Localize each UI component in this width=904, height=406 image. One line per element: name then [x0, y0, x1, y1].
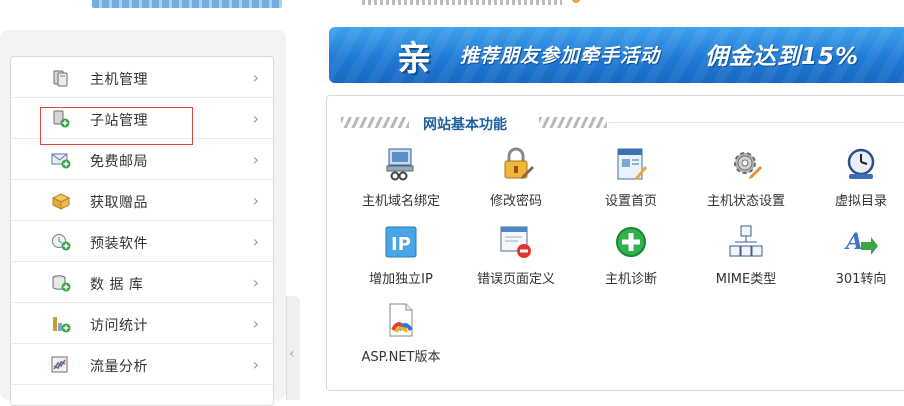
function-aspnet-version[interactable]: ASP.NET版本	[346, 302, 456, 368]
diagnose-plus-icon	[616, 227, 646, 257]
sidebar-container: 主机管理 › 子站管理 › 免费邮局 › 获取赠品 › 预装软件 › 数 据 库…	[0, 30, 286, 406]
function-label: 主机状态设置	[706, 194, 785, 209]
sidebar-item-label: 访问统计	[90, 318, 148, 334]
subsite-server-icon	[53, 110, 70, 128]
svg-text:IP: IP	[391, 234, 411, 255]
function-label: 虚拟目录	[834, 194, 887, 209]
traffic-chart-icon	[51, 356, 68, 373]
server-icon	[53, 70, 68, 87]
sidebar-item-label: 预装软件	[90, 236, 148, 252]
chevron-left-icon: ‹	[289, 346, 295, 362]
domain-binding-icon	[386, 148, 414, 181]
error-page-icon	[500, 226, 531, 258]
promo-banner[interactable]: 亲 推荐朋友参加牵手活动 佣金达到15%	[329, 27, 904, 83]
chevron-right-icon: ›	[252, 355, 259, 374]
sidebar-item-preinstalled-software[interactable]: 预装软件 ›	[11, 221, 273, 262]
header-hatch-right	[539, 117, 607, 128]
banner-badge: 亲	[397, 39, 431, 79]
header-text-fragment	[362, 0, 562, 5]
function-label: 增加独立IP	[369, 272, 433, 287]
lock-icon	[504, 147, 534, 179]
sidebar-item-label: 获取赠品	[90, 195, 148, 211]
header-hatch-left	[341, 117, 409, 128]
banner-commission: 佣金达到15%	[705, 44, 860, 70]
function-301-redirect[interactable]: A 301转向	[806, 224, 904, 290]
sidebar-item-get-gifts[interactable]: 获取赠品 ›	[11, 180, 273, 221]
function-label: 301转向	[835, 272, 887, 287]
chevron-right-icon: ›	[252, 273, 259, 292]
svg-text:A: A	[844, 229, 863, 255]
function-label: 修改密码	[489, 194, 542, 209]
header-divider	[609, 122, 904, 123]
function-error-page[interactable]: 错误页面定义	[461, 224, 571, 290]
sidebar-item-free-mail[interactable]: 免费邮局 ›	[11, 139, 273, 180]
function-label: ASP.NET版本	[361, 350, 441, 365]
header-decoration-icon	[572, 0, 580, 3]
function-set-homepage[interactable]: 设置首页	[576, 146, 686, 212]
basic-functions-panel: 网站基本功能 主机域名绑定 修改密码 设置首页 主机状态设置 虚拟目录 IP 增…	[326, 95, 904, 391]
function-domain-binding[interactable]: 主机域名绑定	[346, 146, 456, 212]
homepage-settings-icon	[617, 148, 647, 180]
sidebar-item-label: 免费邮局	[90, 154, 148, 170]
mail-icon	[51, 153, 71, 169]
sidebar-item-label: 主机管理	[90, 72, 148, 88]
sidebar-item-label: 流量分析	[90, 359, 148, 375]
sidebar-item-host-management[interactable]: 主机管理 ›	[11, 57, 273, 98]
sidebar-item-visit-statistics[interactable]: 访问统计 ›	[11, 303, 273, 344]
chevron-right-icon: ›	[252, 232, 259, 251]
chevron-right-icon: ›	[252, 150, 259, 169]
sidebar-item-subsite-management[interactable]: 子站管理 ›	[11, 98, 273, 139]
sidebar-item-label: 数 据 库	[90, 277, 144, 293]
sidebar-item-label: 子站管理	[90, 113, 148, 129]
chevron-right-icon: ›	[252, 109, 259, 128]
panel-header: 网站基本功能	[341, 112, 904, 133]
function-label: 主机域名绑定	[361, 194, 440, 209]
function-label: MIME类型	[715, 272, 777, 287]
sidebar-item-traffic-analysis[interactable]: 流量分析 ›	[11, 344, 273, 385]
ip-icon: IP	[385, 226, 417, 258]
function-change-password[interactable]: 修改密码	[461, 146, 571, 212]
panel-title: 网站基本功能	[423, 117, 507, 133]
site-logo	[92, 0, 282, 8]
function-host-status[interactable]: 主机状态设置	[691, 146, 801, 212]
gift-box-icon	[51, 193, 71, 210]
chevron-right-icon: ›	[252, 68, 259, 87]
aspnet-icon	[389, 303, 413, 337]
function-label: 错误页面定义	[476, 272, 555, 287]
sidebar-collapse-handle[interactable]: ‹	[286, 296, 300, 400]
function-host-diagnosis[interactable]: 主机诊断	[576, 224, 686, 290]
function-label: 设置首页	[604, 194, 657, 209]
chevron-right-icon: ›	[252, 191, 259, 210]
sidebar-menu: 主机管理 › 子站管理 › 免费邮局 › 获取赠品 › 预装软件 › 数 据 库…	[10, 56, 274, 406]
banner-message: 推荐朋友参加牵手活动	[460, 45, 661, 67]
virtual-directory-icon	[847, 148, 875, 179]
statistics-icon	[53, 317, 71, 333]
function-label: 主机诊断	[604, 272, 657, 287]
function-virtual-directory[interactable]: 虚拟目录	[806, 146, 904, 212]
function-mime-types[interactable]: MIME类型	[691, 224, 801, 290]
database-icon	[52, 275, 71, 292]
function-add-dedicated-ip[interactable]: IP 增加独立IP	[346, 224, 456, 290]
chevron-right-icon: ›	[252, 314, 259, 333]
redirect-icon: A	[844, 229, 878, 255]
software-install-icon	[52, 234, 71, 251]
mime-tree-icon	[729, 225, 763, 257]
sidebar-item-database[interactable]: 数 据 库 ›	[11, 262, 273, 303]
gear-icon	[734, 152, 762, 179]
